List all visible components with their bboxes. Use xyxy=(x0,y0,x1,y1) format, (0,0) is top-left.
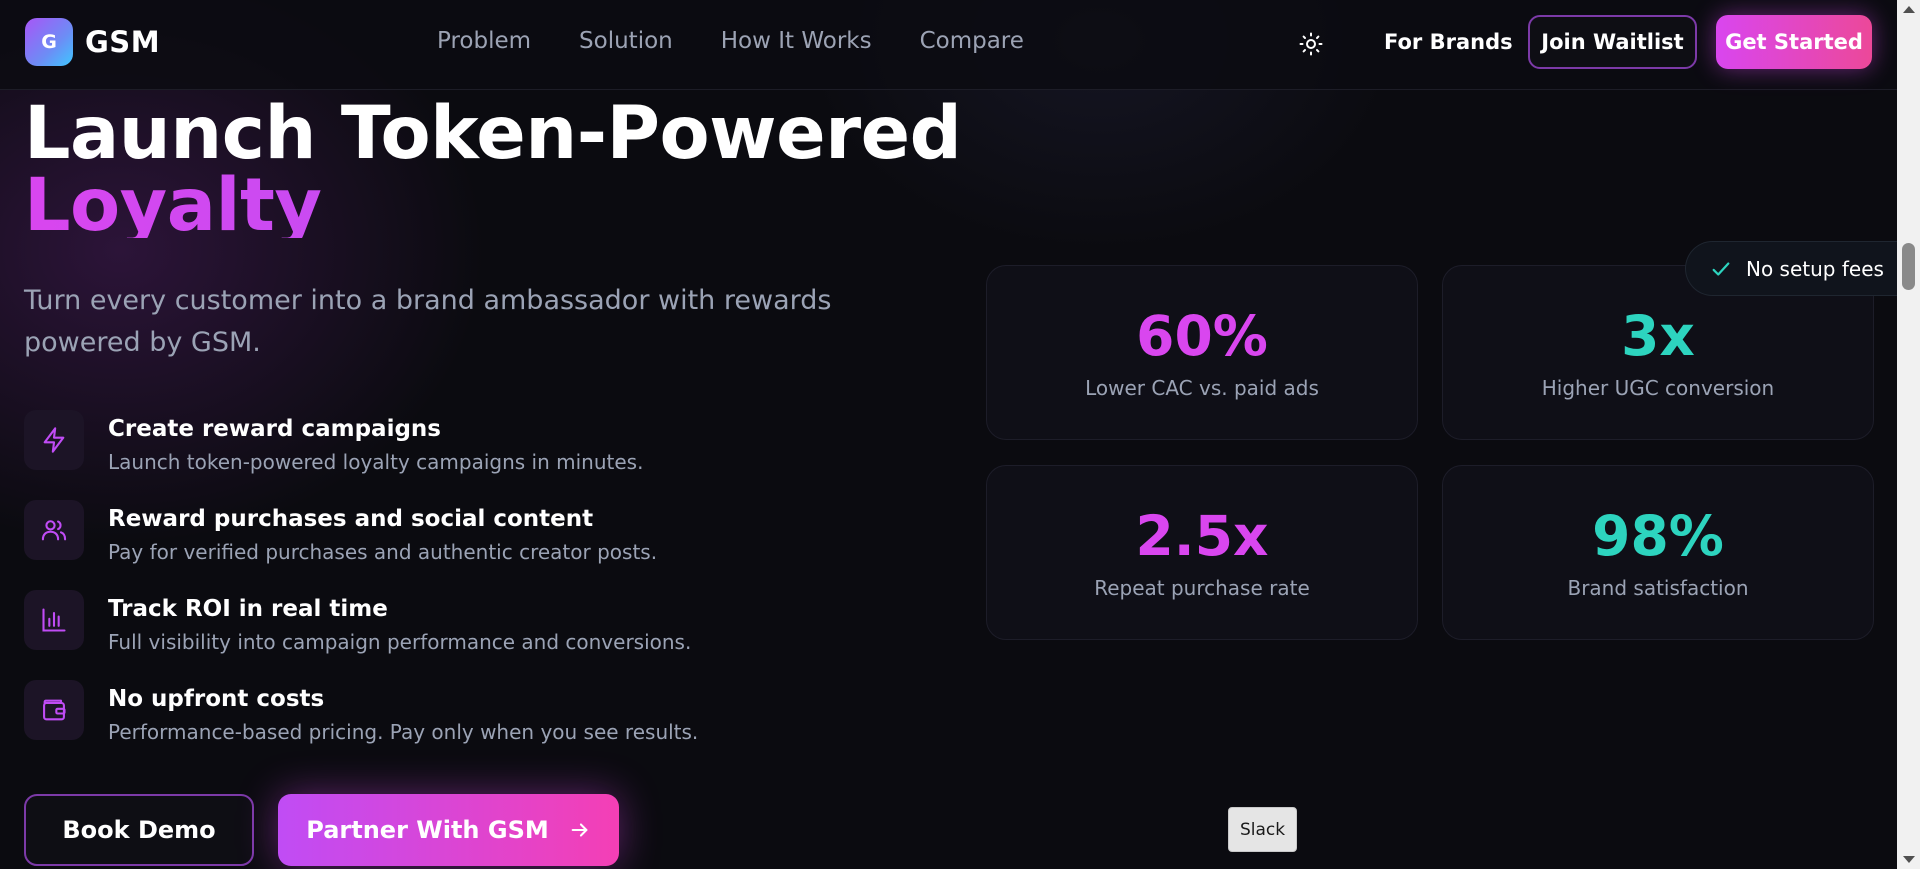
top-navbar: G GSM Problem Solution How It Works Comp… xyxy=(0,0,1897,90)
feature-title: Reward purchases and social content xyxy=(108,506,594,532)
feature-description: Pay for verified purchases and authentic… xyxy=(108,540,658,564)
stat-label: Brand satisfaction xyxy=(1567,576,1749,600)
feature-description: Full visibility into campaign performanc… xyxy=(108,630,692,654)
arrow-right-icon xyxy=(571,823,588,837)
wallet-icon xyxy=(43,699,66,721)
logo[interactable]: G GSM xyxy=(25,18,160,66)
scrollbar-thumb[interactable] xyxy=(1902,243,1915,290)
partner-with-gsm-button[interactable]: Partner With GSM xyxy=(278,794,619,866)
nav-link-compare[interactable]: Compare xyxy=(920,28,1024,54)
partner-button-label: Partner With GSM xyxy=(306,816,549,844)
stat-card: 60% Lower CAC vs. paid ads xyxy=(986,265,1418,440)
nav-links: Problem Solution How It Works Compare xyxy=(437,28,1024,54)
hero-subtitle: Turn every customer into a brand ambassa… xyxy=(24,285,832,358)
nav-link-how-it-works[interactable]: How It Works xyxy=(721,28,872,54)
check-icon xyxy=(1712,261,1730,276)
feature-title: Track ROI in real time xyxy=(108,596,388,622)
nav-link-solution[interactable]: Solution xyxy=(579,28,673,54)
stat-card: 98% Brand satisfaction xyxy=(1442,465,1874,640)
logo-mark: G xyxy=(25,18,73,66)
feature-title: Create reward campaigns xyxy=(108,416,441,442)
feature-description: Launch token-powered loyalty campaigns i… xyxy=(108,450,644,474)
badge-text: No setup fees xyxy=(1746,256,1884,281)
feature-description: Performance-based pricing. Pay only when… xyxy=(108,720,699,744)
headline-line-1: Launch Token-Powered xyxy=(24,91,962,176)
stat-value: 98% xyxy=(1592,504,1724,568)
stat-label: Repeat purchase rate xyxy=(1094,576,1310,600)
stat-card: 2.5x Repeat purchase rate xyxy=(986,465,1418,640)
theme-toggle-button[interactable] xyxy=(1297,30,1325,58)
stat-value: 60% xyxy=(1136,304,1268,368)
no-setup-fees-badge: No setup fees xyxy=(1685,241,1897,296)
join-waitlist-button[interactable]: Join Waitlist xyxy=(1528,15,1697,69)
users-icon xyxy=(41,520,67,541)
nav-link-problem[interactable]: Problem xyxy=(437,28,531,54)
bar-chart-icon xyxy=(42,608,66,632)
slack-tooltip: Slack xyxy=(1228,807,1297,852)
lightning-icon xyxy=(43,427,65,453)
feature-icon-box xyxy=(24,410,84,470)
stat-value: 3x xyxy=(1621,304,1695,368)
feature-title: No upfront costs xyxy=(108,686,325,712)
page: G GSM Problem Solution How It Works Comp… xyxy=(0,0,1920,869)
logo-text: GSM xyxy=(85,25,161,59)
hero-headline: Launch Token-Powered Loyalty xyxy=(24,91,962,238)
for-brands-link[interactable]: For Brands xyxy=(1384,30,1513,54)
sun-icon xyxy=(1299,32,1323,56)
headline-line-2: Loyalty xyxy=(24,170,961,238)
get-started-button[interactable]: Get Started xyxy=(1716,15,1872,69)
scroll-down-arrow-icon[interactable] xyxy=(1903,856,1915,863)
scroll-up-arrow-icon[interactable] xyxy=(1903,6,1915,13)
feature-icon-box xyxy=(24,500,84,560)
stat-label: Higher UGC conversion xyxy=(1541,376,1775,400)
vertical-scrollbar[interactable] xyxy=(1897,0,1920,869)
stat-value: 2.5x xyxy=(1135,504,1269,568)
book-demo-button[interactable]: Book Demo xyxy=(24,794,254,866)
feature-icon-box xyxy=(24,590,84,650)
feature-icon-box xyxy=(24,680,84,740)
stat-label: Lower CAC vs. paid ads xyxy=(1085,376,1319,400)
